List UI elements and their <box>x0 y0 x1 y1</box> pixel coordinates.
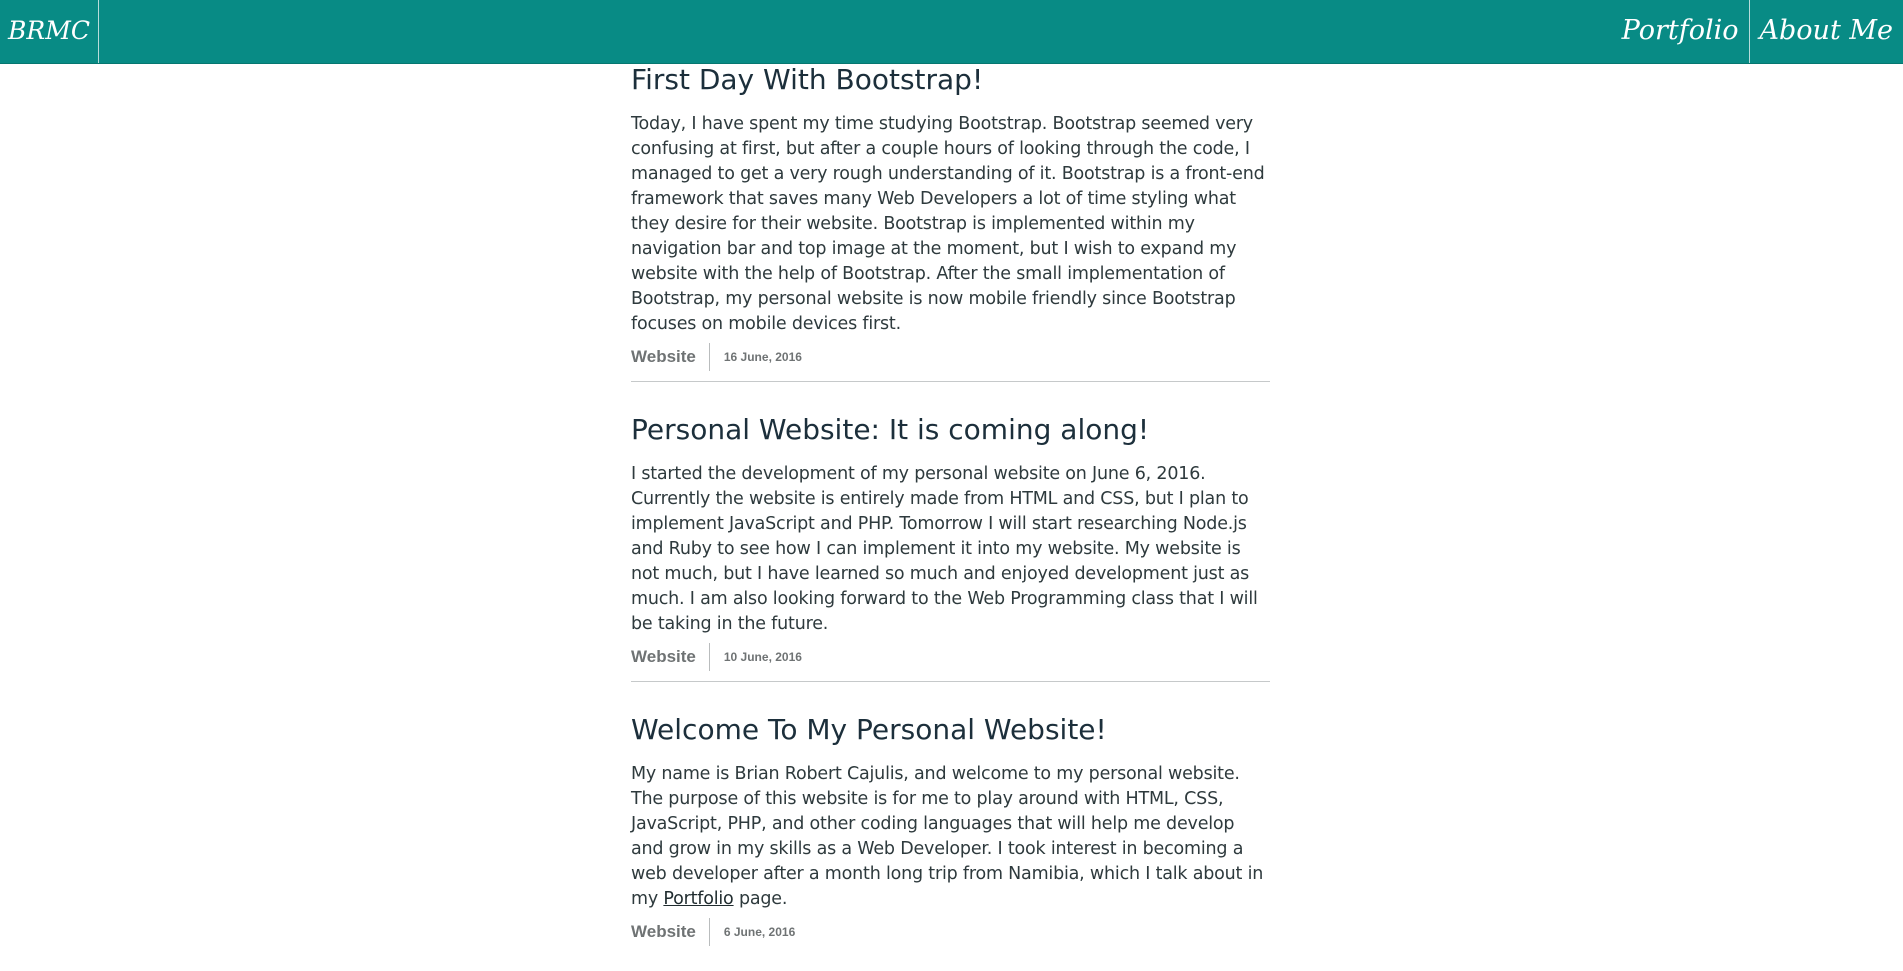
post-date: 6 June, 2016 <box>723 925 796 939</box>
blog-post-list: First Day With Bootstrap! Today, I have … <box>631 60 1270 946</box>
post-title[interactable]: Welcome To My Personal Website! <box>631 710 1270 750</box>
blog-post: Welcome To My Personal Website! My name … <box>631 710 1270 946</box>
post-meta: Website 10 June, 2016 <box>631 643 1270 671</box>
nav-link-about-me[interactable]: About Me <box>1748 0 1903 63</box>
portfolio-inline-link[interactable]: Portfolio <box>663 889 733 909</box>
post-divider <box>631 381 1270 382</box>
top-navbar: BRMC Portfolio About Me <box>0 0 1903 64</box>
post-date: 10 June, 2016 <box>723 650 802 664</box>
post-body: Today, I have spent my time studying Boo… <box>631 114 1265 334</box>
post-body-text: My name is Brian Robert Cajulis, and wel… <box>631 764 1264 909</box>
post-body-text: page. <box>733 889 788 909</box>
blog-post: First Day With Bootstrap! Today, I have … <box>631 60 1270 382</box>
post-meta: Website 6 June, 2016 <box>631 918 1270 946</box>
post-category-link[interactable]: Website <box>631 918 710 946</box>
post-category-link[interactable]: Website <box>631 643 710 671</box>
post-body: I started the development of my personal… <box>631 464 1258 634</box>
post-meta: Website 16 June, 2016 <box>631 343 1270 371</box>
post-title[interactable]: First Day With Bootstrap! <box>631 60 1270 100</box>
post-divider <box>631 681 1270 682</box>
post-category-link[interactable]: Website <box>631 343 710 371</box>
nav-links: Portfolio About Me <box>1612 0 1903 63</box>
post-date: 16 June, 2016 <box>723 350 802 364</box>
nav-link-portfolio[interactable]: Portfolio <box>1612 0 1749 63</box>
post-title[interactable]: Personal Website: It is coming along! <box>631 410 1270 450</box>
brand-logo-link[interactable]: BRMC <box>0 0 99 63</box>
post-body: My name is Brian Robert Cajulis, and wel… <box>631 762 1270 912</box>
blog-post: Personal Website: It is coming along! I … <box>631 410 1270 682</box>
